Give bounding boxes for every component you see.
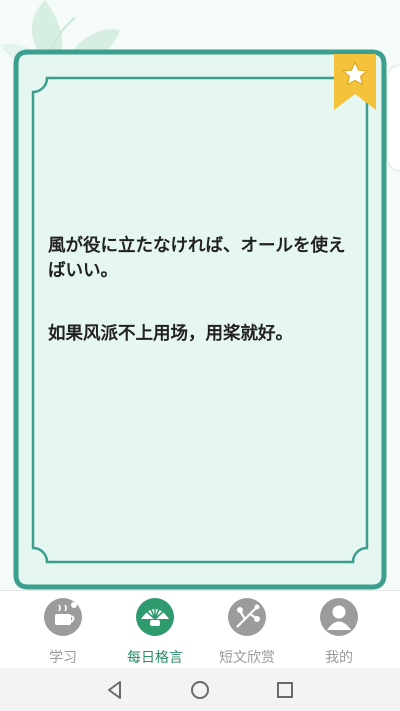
tab-daily-quote-label: 每日格言 bbox=[127, 650, 183, 666]
quote-chinese: 如果风派不上用场，用桨就好。 bbox=[48, 324, 293, 344]
tab-study[interactable]: 学习 bbox=[13, 591, 113, 669]
person-icon bbox=[320, 598, 358, 636]
bottom-tab-bar: 学习 每日格言 短文欣赏 我的 bbox=[0, 590, 400, 669]
tab-study-label: 学习 bbox=[49, 650, 77, 666]
tab-mine[interactable]: 我的 bbox=[289, 591, 389, 669]
system-navigation-bar bbox=[0, 668, 400, 711]
back-icon[interactable] bbox=[103, 678, 127, 702]
recents-icon[interactable] bbox=[273, 678, 297, 702]
shell-icon bbox=[136, 598, 174, 636]
quote-japanese: 風が役に立たなければ、オールを使えばいい。 bbox=[48, 236, 346, 281]
tab-short-essays[interactable]: 短文欣赏 bbox=[197, 591, 297, 669]
quote-text-block: 風が役に立たなければ、オールを使えばいい。 如果风派不上用场，用桨就好。 bbox=[48, 234, 348, 347]
tab-short-essays-label: 短文欣赏 bbox=[219, 650, 275, 666]
tab-mine-label: 我的 bbox=[325, 650, 353, 666]
cup-icon bbox=[44, 598, 82, 636]
bookmark-star-icon[interactable] bbox=[334, 54, 376, 110]
branch-icon bbox=[228, 598, 266, 636]
tab-daily-quote[interactable]: 每日格言 bbox=[105, 591, 205, 669]
home-icon[interactable] bbox=[188, 678, 212, 702]
